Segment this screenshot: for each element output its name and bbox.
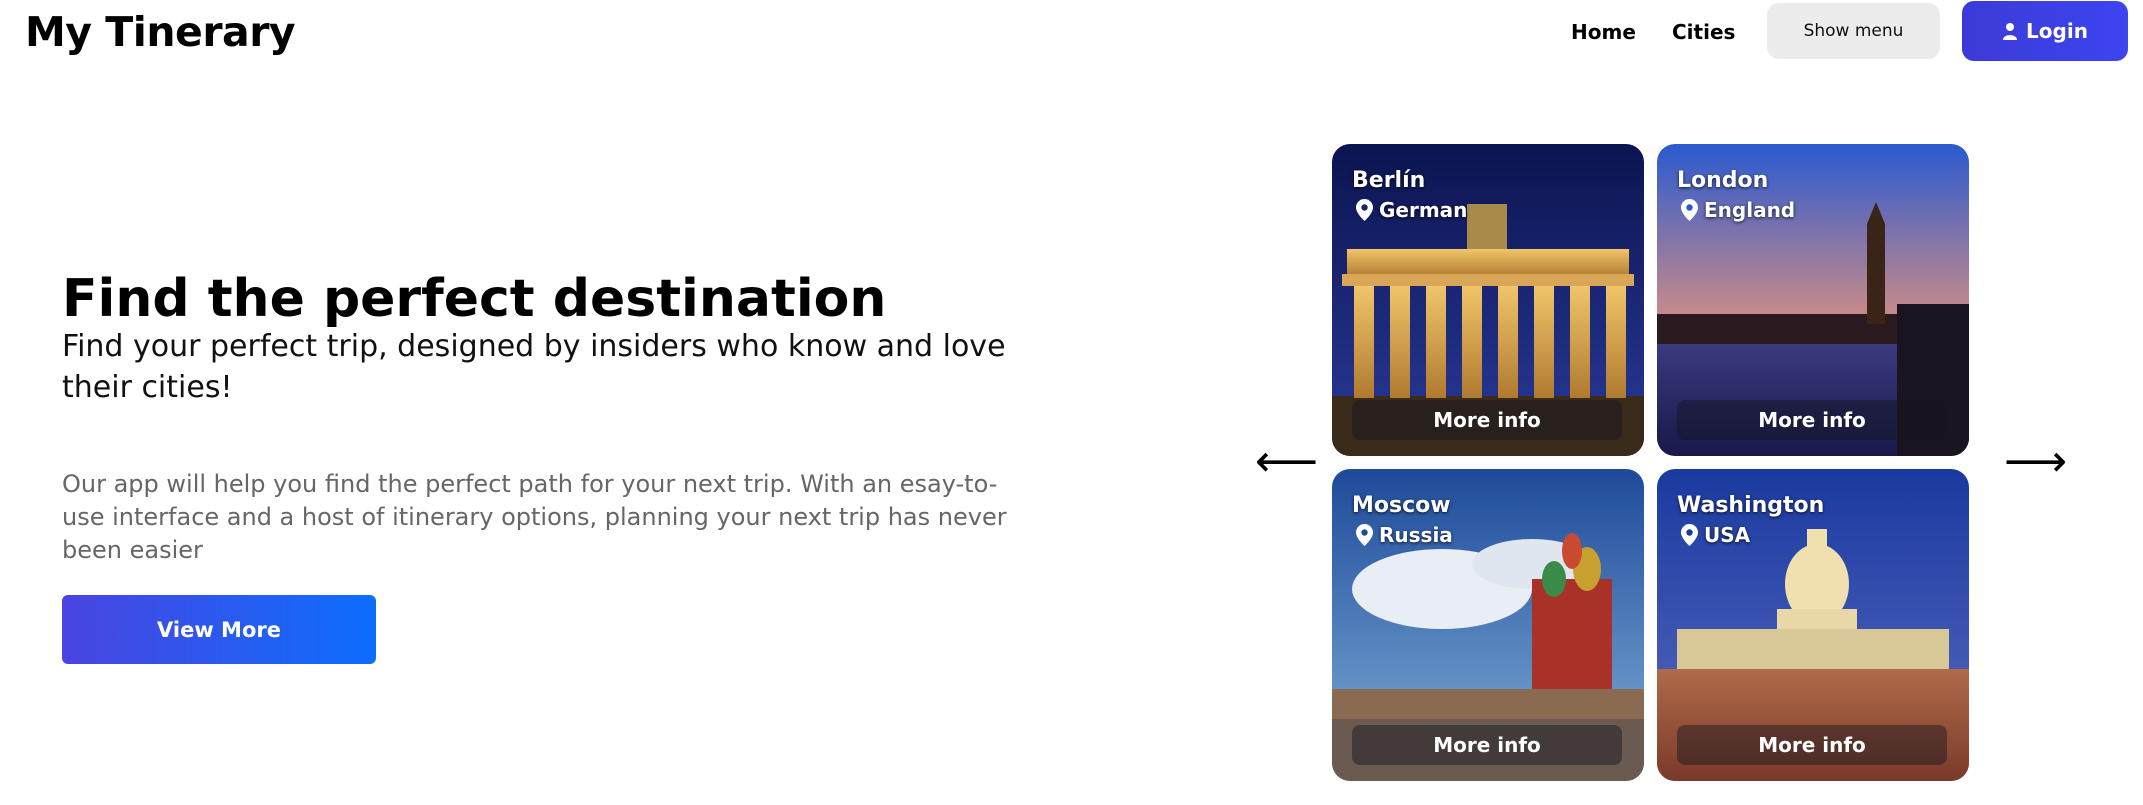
city-card-berlin[interactable]: Berlín German More info [1332,144,1644,456]
login-button[interactable]: Login [1962,1,2128,61]
city-card-washington[interactable]: Washington USA More info [1657,469,1969,781]
country-label: German [1356,198,1467,222]
country-name: Russia [1379,523,1453,547]
hero-description: Our app will help you find the perfect p… [62,470,1007,564]
view-more-button[interactable]: View More [62,595,376,664]
map-pin-icon [1681,524,1698,546]
country-label: England [1681,198,1795,222]
map-pin-icon [1681,199,1698,221]
city-name: London [1677,168,1769,193]
hero-subtitle: Find your perfect trip, designed by insi… [62,329,1006,405]
country-label: Russia [1356,523,1453,547]
login-label: Login [2026,19,2088,43]
city-name: Moscow [1352,493,1451,518]
more-info-button[interactable]: More info [1677,725,1947,765]
arrow-left-icon[interactable]: ⟵ [1255,440,1318,484]
more-info-button[interactable]: More info [1677,400,1947,440]
more-info-button[interactable]: More info [1352,400,1622,440]
map-pin-icon [1356,524,1373,546]
arrow-right-icon[interactable]: ⟶ [2004,440,2067,484]
city-carousel-grid: Berlín German More info London England M… [1332,144,1972,782]
city-name: Berlín [1352,168,1426,193]
country-name: German [1379,198,1468,222]
map-pin-icon [1356,199,1373,221]
country-label: USA [1681,523,1750,547]
city-card-moscow[interactable]: Moscow Russia More info [1332,469,1644,781]
country-name: USA [1704,523,1751,547]
nav-cities-link[interactable]: Cities [1672,20,1735,44]
more-info-button[interactable]: More info [1352,725,1622,765]
country-name: England [1704,198,1796,222]
hero-title: Find the perfect destination [62,269,887,329]
city-card-london[interactable]: London England More info [1657,144,1969,456]
nav-home-link[interactable]: Home [1571,20,1636,44]
city-name: Washington [1677,493,1825,518]
user-icon [2003,23,2018,40]
brand-logo[interactable]: My Tinerary [25,8,296,56]
show-menu-button[interactable]: Show menu [1767,3,1940,59]
